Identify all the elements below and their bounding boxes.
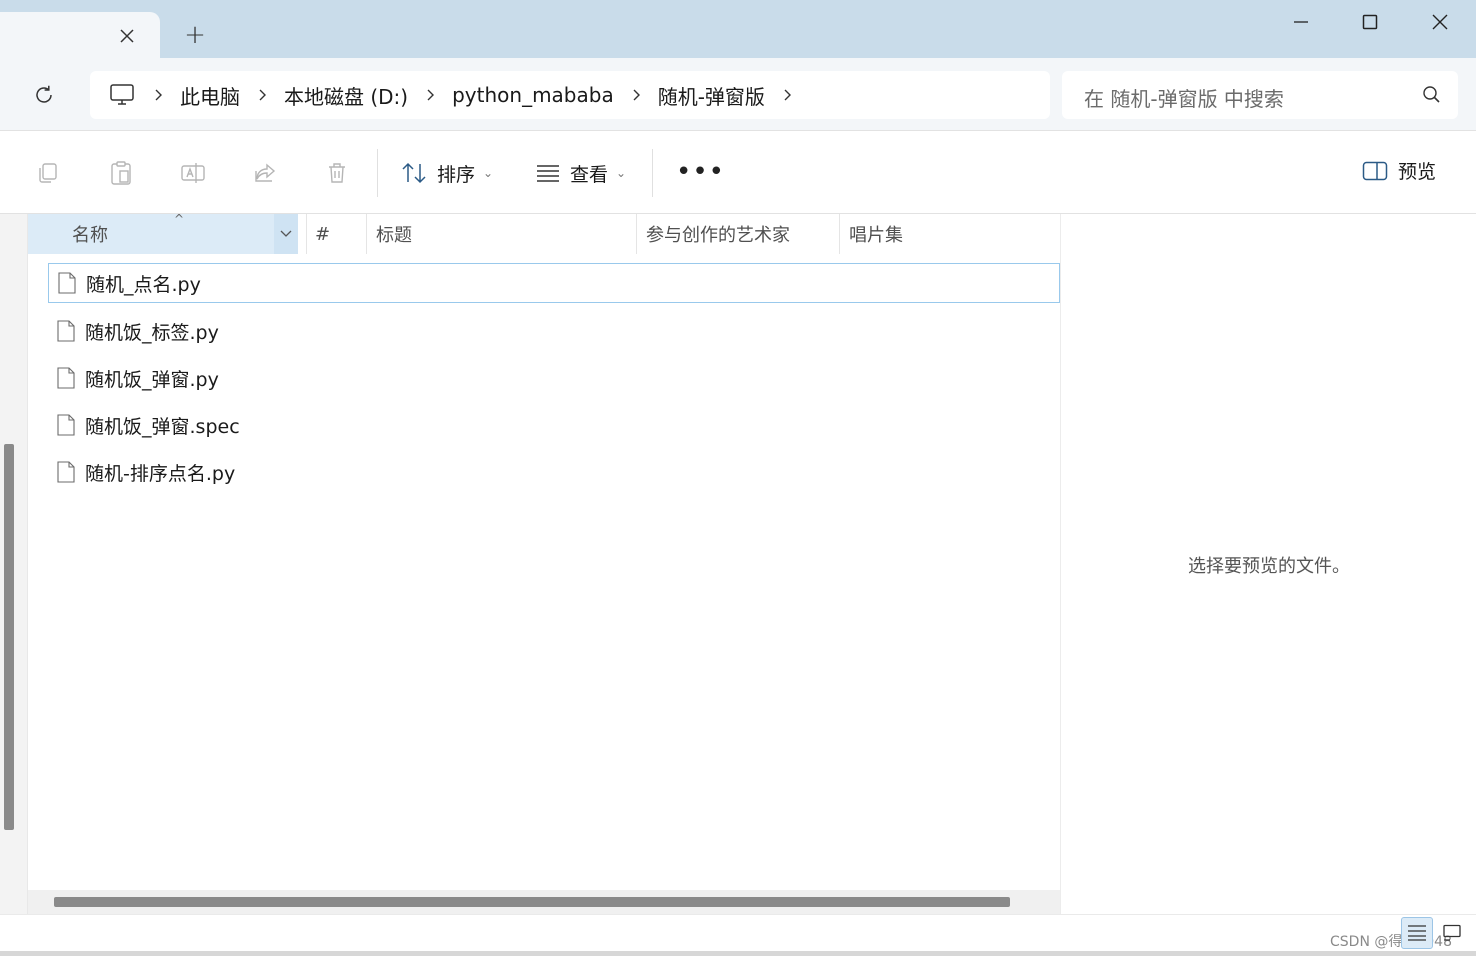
tiles-view-icon <box>1443 924 1461 941</box>
column-header-name-label: 名称 <box>72 225 108 246</box>
share-button[interactable] <box>251 159 279 187</box>
column-header-name[interactable]: ^ 名称 <box>28 212 298 254</box>
maximize-icon <box>1362 14 1378 30</box>
file-name: 随机饭_弹窗.py <box>85 368 219 391</box>
chevron-right-icon[interactable] <box>408 88 452 102</box>
paste-icon <box>111 161 131 185</box>
preview-label: 预览 <box>1398 161 1437 183</box>
nav-pane-scrollbar-thumb[interactable] <box>4 444 14 830</box>
sort-button[interactable]: 排序 ⌄ <box>401 155 493 191</box>
file-list[interactable]: 随机_点名.py 随机饭_标签.py 随机饭_弹窗.py 随机饭_弹窗.spec… <box>28 254 1060 890</box>
close-icon <box>120 29 134 43</box>
sort-ascending-icon: ^ <box>174 212 185 226</box>
breadcrumb-current-folder[interactable]: 随机-弹窗版 <box>658 81 765 110</box>
file-explorer-window: + 此电脑 本地磁盘 (D:) python_mababa 随机-弹窗版 在 随… <box>0 0 1476 951</box>
chevron-down-icon: ⌄ <box>616 166 627 180</box>
view-button[interactable]: 查看 ⌄ <box>536 155 626 191</box>
breadcrumb-local-disk[interactable]: 本地磁盘 (D:) <box>284 81 408 110</box>
column-header-album[interactable]: 唱片集 <box>839 214 1060 254</box>
sort-label: 排序 <box>437 163 476 186</box>
breadcrumb-this-pc[interactable]: 此电脑 <box>180 81 240 110</box>
preview-empty-message: 选择要预览的文件。 <box>1188 556 1350 577</box>
file-icon <box>56 319 76 343</box>
search-box[interactable]: 在 随机-弹窗版 中搜索 <box>1062 71 1458 119</box>
maximize-button[interactable] <box>1342 4 1398 40</box>
file-row[interactable]: 随机饭_标签.py <box>48 311 1060 351</box>
file-icon <box>56 413 76 437</box>
list-view-icon <box>537 165 559 182</box>
preview-pane-icon <box>1362 161 1388 180</box>
view-label: 查看 <box>570 163 609 186</box>
file-row[interactable]: 随机饭_弹窗.py <box>48 358 1060 398</box>
column-header-number[interactable]: # <box>306 214 366 254</box>
status-bar: CSDN @得鹿2048 <box>0 914 1476 951</box>
new-tab-button[interactable]: + <box>180 20 210 50</box>
chevron-down-icon <box>280 230 292 237</box>
chevron-right-icon[interactable] <box>240 88 284 102</box>
file-name: 随机饭_标签.py <box>85 321 219 344</box>
horizontal-scrollbar[interactable] <box>28 890 1060 914</box>
chevron-right-icon[interactable] <box>765 88 809 102</box>
horizontal-scrollbar-thumb[interactable] <box>54 897 1010 907</box>
search-input[interactable]: 在 随机-弹窗版 中搜索 <box>1084 83 1284 112</box>
column-header-title[interactable]: 标题 <box>366 214 636 254</box>
file-row[interactable]: 随机-排序点名.py <box>48 452 1060 492</box>
toolbar-divider <box>652 149 653 197</box>
sort-icon <box>402 162 426 184</box>
more-options-button[interactable]: ••• <box>676 157 725 187</box>
refresh-icon <box>36 85 52 103</box>
file-name: 随机_点名.py <box>86 273 201 296</box>
toolbar-divider <box>377 149 378 197</box>
details-view-icon <box>1408 925 1426 941</box>
breadcrumb-python-mababa[interactable]: python_mababa <box>452 83 614 107</box>
rename-icon <box>181 163 205 183</box>
share-icon <box>255 163 276 182</box>
file-icon <box>56 460 76 484</box>
minimize-button[interactable] <box>1273 4 1329 40</box>
close-window-button[interactable] <box>1412 4 1468 40</box>
preview-pane-button[interactable]: 预览 <box>1362 157 1436 184</box>
file-name: 随机饭_弹窗.spec <box>85 415 240 438</box>
this-pc-icon[interactable] <box>108 81 136 109</box>
title-bar: + <box>0 0 1476 58</box>
navigation-pane[interactable] <box>0 214 28 914</box>
close-icon <box>1432 14 1448 30</box>
refresh-button[interactable] <box>28 79 60 111</box>
file-icon <box>57 271 77 295</box>
preview-pane: 选择要预览的文件。 <box>1060 214 1476 914</box>
tab-close-button[interactable] <box>114 23 140 49</box>
column-header-row: ^ 名称 # 标题 参与创作的艺术家 唱片集 <box>28 212 1060 254</box>
chevron-down-icon: ⌄ <box>483 166 494 180</box>
copy-button[interactable] <box>34 159 62 187</box>
command-bar: 排序 ⌄ 查看 ⌄ ••• 预览 <box>0 130 1476 214</box>
minimize-icon <box>1294 21 1308 23</box>
file-row[interactable]: 随机_点名.py <box>48 263 1060 303</box>
delete-button[interactable] <box>323 159 351 187</box>
file-row[interactable]: 随机饭_弹窗.spec <box>48 405 1060 445</box>
watermark: CSDN @得鹿2048 <box>1330 934 1452 950</box>
large-icons-view-button[interactable] <box>1436 917 1468 949</box>
column-header-artists[interactable]: 参与创作的艺术家 <box>636 214 839 254</box>
file-icon <box>56 366 76 390</box>
details-view-button[interactable] <box>1401 917 1433 949</box>
rename-button[interactable] <box>179 159 207 187</box>
chevron-right-icon[interactable] <box>614 88 658 102</box>
active-tab[interactable] <box>0 12 160 58</box>
column-filter-dropdown[interactable] <box>274 214 298 254</box>
address-bar[interactable]: 此电脑 本地磁盘 (D:) python_mababa 随机-弹窗版 <box>90 71 1050 119</box>
search-icon[interactable] <box>1422 85 1442 109</box>
navigation-bar: 此电脑 本地磁盘 (D:) python_mababa 随机-弹窗版 在 随机-… <box>0 58 1476 130</box>
file-name: 随机-排序点名.py <box>85 462 236 485</box>
chevron-right-icon[interactable] <box>136 88 180 102</box>
copy-icon <box>39 163 57 183</box>
trash-icon <box>329 163 345 183</box>
paste-button[interactable] <box>107 159 135 187</box>
